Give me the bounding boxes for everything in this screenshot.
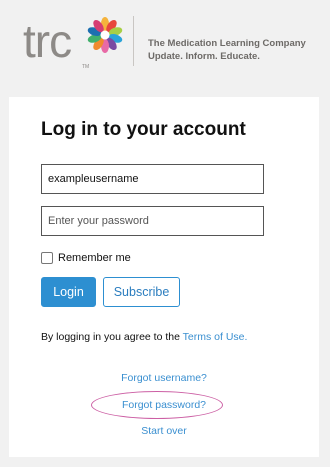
page-title: Log in to your account — [41, 119, 246, 140]
trc-logo-text: trc — [23, 15, 72, 67]
username-input[interactable] — [41, 164, 264, 194]
password-input[interactable] — [41, 206, 264, 236]
trademark-mark: TM — [82, 64, 90, 70]
login-button[interactable]: Login — [41, 277, 96, 307]
subscribe-button[interactable]: Subscribe — [103, 277, 180, 307]
terms-notice-text: By logging in you agree to the — [41, 331, 180, 343]
site-header: trc TM The Medication Learning Company U… — [0, 0, 330, 85]
tagline-company: The Medication Learning Company — [148, 38, 306, 49]
tagline: The Medication Learning Company Update. … — [148, 37, 306, 63]
flower-logo-icon — [87, 17, 123, 53]
login-card: Log in to your account Remember me Login… — [9, 97, 319, 457]
header-divider — [133, 16, 134, 66]
remember-me-checkbox[interactable] — [41, 252, 53, 264]
terms-of-use-link[interactable]: Terms of Use. — [183, 331, 248, 343]
start-over-link[interactable]: Start over — [9, 425, 319, 437]
tagline-motto: Update. Inform. Educate. — [148, 51, 260, 62]
remember-me-label: Remember me — [58, 252, 131, 264]
forgot-username-link[interactable]: Forgot username? — [9, 372, 319, 384]
highlight-circle — [91, 391, 223, 419]
terms-notice: By logging in you agree to the Terms of … — [41, 331, 247, 343]
remember-me-row[interactable]: Remember me — [41, 252, 131, 264]
